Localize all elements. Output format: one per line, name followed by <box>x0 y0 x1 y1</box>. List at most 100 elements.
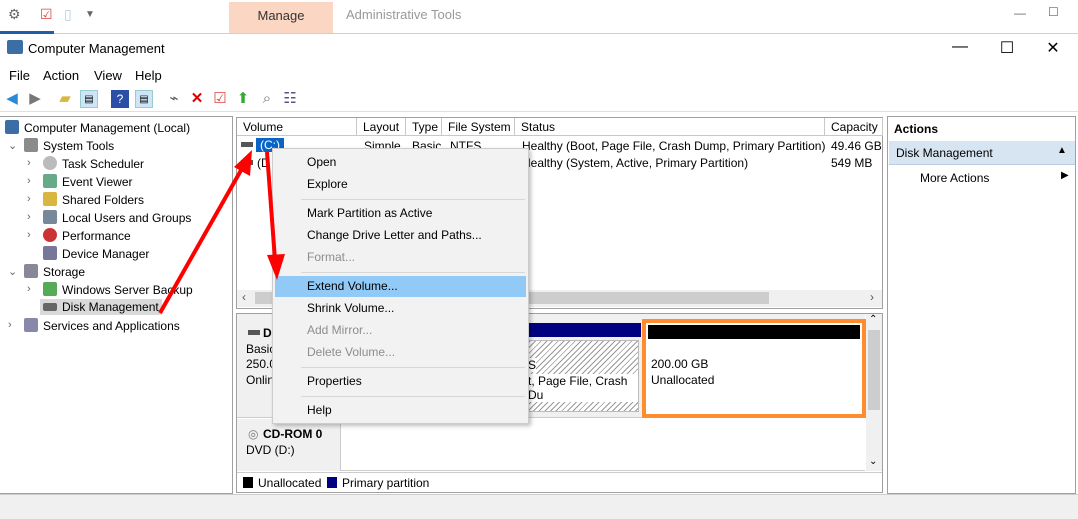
connect-icon[interactable]: ⌁ <box>165 90 183 108</box>
chevron-down-icon[interactable]: ⌄ <box>8 265 17 278</box>
menu-separator <box>301 272 525 273</box>
unallocated-partition[interactable]: 200.00 GB Unallocated <box>642 319 866 418</box>
blank-doc-icon[interactable]: ▯ <box>64 6 72 23</box>
customize-dropdown-icon[interactable]: ▼ <box>85 9 95 20</box>
shared-folder-icon <box>43 192 57 206</box>
chevron-right-icon[interactable]: › <box>27 193 31 205</box>
tree-item-root[interactable]: Computer Management (Local) <box>5 120 190 135</box>
menu-view[interactable]: View <box>94 68 122 83</box>
tree-item-disk-management[interactable]: Disk Management <box>40 299 162 315</box>
tree-item-task-scheduler[interactable]: Task Scheduler <box>43 156 144 171</box>
menu-item-explore[interactable]: Explore <box>275 174 526 195</box>
properties-icon[interactable]: ☑ <box>40 6 53 23</box>
menu-item-delete-volume: Delete Volume... <box>307 345 396 359</box>
up-folder-icon[interactable]: ▰ <box>56 90 74 108</box>
settings-icon[interactable]: ⚙ <box>8 6 21 23</box>
delete-icon[interactable]: ✕ <box>188 90 206 108</box>
column-volume[interactable]: Volume <box>237 118 357 136</box>
ribbon-minimize-icon[interactable]: — <box>1014 6 1026 20</box>
legend-label: Primary partition <box>342 476 430 490</box>
tree-item-windows-server-backup[interactable]: Windows Server Backup <box>43 282 193 297</box>
tree-item-system-tools[interactable]: System Tools <box>24 138 114 153</box>
close-button[interactable]: ✕ <box>1033 38 1073 58</box>
more-actions[interactable]: More Actions ▶ <box>889 168 1075 188</box>
tree-label: Storage <box>43 265 86 279</box>
vertical-scrollbar[interactable]: ⌃ ⌄ <box>866 314 882 471</box>
menu-item-change-drive-letter[interactable]: Change Drive Letter and Paths... <box>275 225 526 246</box>
scrollbar-thumb[interactable] <box>868 330 880 410</box>
show-hide-tree-icon[interactable]: ▤ <box>80 90 98 108</box>
tree-label: Event Viewer <box>62 175 133 189</box>
search-icon[interactable]: ⌕ <box>258 90 276 108</box>
forward-icon[interactable]: ▶ <box>26 90 44 108</box>
more-actions-label: More Actions <box>920 171 990 185</box>
disk-type: Basic <box>246 342 276 356</box>
tree-item-local-users[interactable]: Local Users and Groups <box>43 210 191 225</box>
column-file-system[interactable]: File System <box>442 118 515 136</box>
properties-icon[interactable]: ☑ <box>211 90 229 108</box>
users-icon <box>43 210 57 224</box>
ribbon-restore-icon[interactable]: ☐ <box>1048 5 1059 19</box>
chevron-right-icon[interactable]: › <box>27 175 31 187</box>
actions-section-disk-management[interactable]: Disk Management ▲ <box>889 141 1075 165</box>
column-layout[interactable]: Layout <box>357 118 406 136</box>
menu-item-help[interactable]: Help <box>275 400 526 421</box>
tree-label: Disk Management <box>62 300 159 314</box>
menu-item-open[interactable]: Open <box>275 152 526 173</box>
export-icon[interactable]: ⬆ <box>234 90 252 108</box>
unallocated-bar <box>648 325 860 339</box>
tree-item-storage[interactable]: Storage <box>24 264 85 279</box>
status-cell: Healthy (Boot, Page File, Crash Dump, Pr… <box>522 139 826 153</box>
tab-administrative-tools[interactable]: Administrative Tools <box>346 7 461 22</box>
tree-item-device-manager[interactable]: Device Manager <box>43 246 149 261</box>
menu-help[interactable]: Help <box>135 68 162 83</box>
menu-item-extend-volume[interactable]: Extend Volume... <box>275 276 526 297</box>
disk-icon <box>248 330 260 335</box>
menu-item-mark-active[interactable]: Mark Partition as Active <box>275 203 526 224</box>
status-cell: Healthy (System, Active, Primary Partiti… <box>522 156 749 170</box>
capacity-cell: 549 MB <box>831 156 873 170</box>
menu-separator <box>301 367 525 368</box>
event-viewer-icon <box>43 174 57 188</box>
tree-label: Performance <box>62 229 131 243</box>
tree-label: Device Manager <box>62 247 150 261</box>
menu-item-format: Format... <box>307 250 356 264</box>
clock-icon <box>43 156 57 170</box>
chevron-right-icon[interactable]: › <box>27 229 31 241</box>
ribbon: ⚙ ☑ ▯ ▼ Manage Administrative Tools — ☐ <box>0 0 1078 34</box>
window-title: Computer Management <box>28 41 165 56</box>
tree-item-shared-folders[interactable]: Shared Folders <box>43 192 144 207</box>
scroll-down-icon[interactable]: ⌄ <box>869 456 877 467</box>
chevron-right-icon[interactable]: › <box>8 319 12 331</box>
disk-name: D <box>263 326 272 340</box>
scroll-right-icon[interactable]: › <box>870 290 874 304</box>
menu-action[interactable]: Action <box>43 68 79 83</box>
computer-icon <box>5 120 19 134</box>
tab-manage[interactable]: Manage <box>229 2 333 33</box>
tree-item-services-apps[interactable]: Services and Applications <box>24 318 180 333</box>
menu-file[interactable]: File <box>9 68 30 83</box>
back-icon[interactable]: ◀ <box>3 90 21 108</box>
tree-item-event-viewer[interactable]: Event Viewer <box>43 174 132 189</box>
column-type[interactable]: Type <box>406 118 442 136</box>
menu-item-add-mirror: Add Mirror... <box>307 323 373 337</box>
column-status[interactable]: Status <box>515 118 825 136</box>
scroll-left-icon[interactable]: ‹ <box>242 290 246 304</box>
column-capacity[interactable]: Capacity <box>825 118 883 136</box>
tree-label: System Tools <box>43 139 115 153</box>
show-hide-action-pane-icon[interactable]: ▤ <box>135 90 153 108</box>
collapse-icon[interactable]: ▲ <box>1057 145 1067 156</box>
chevron-down-icon[interactable]: ⌄ <box>8 139 17 152</box>
maximize-button[interactable]: ☐ <box>987 38 1027 58</box>
menu-item-properties[interactable]: Properties <box>275 371 526 392</box>
list-icon[interactable]: ☷ <box>281 90 299 108</box>
chevron-right-icon[interactable]: › <box>27 283 31 295</box>
minimize-button[interactable]: — <box>940 38 980 56</box>
menu-item-shrink-volume[interactable]: Shrink Volume... <box>275 298 526 319</box>
help-icon[interactable]: ? <box>111 90 129 108</box>
legend-swatch-unallocated <box>243 477 253 488</box>
chevron-right-icon[interactable]: › <box>27 211 31 223</box>
tree-item-performance[interactable]: Performance <box>43 228 131 243</box>
chevron-right-icon[interactable]: › <box>27 157 31 169</box>
scroll-up-icon[interactable]: ⌃ <box>869 314 877 325</box>
